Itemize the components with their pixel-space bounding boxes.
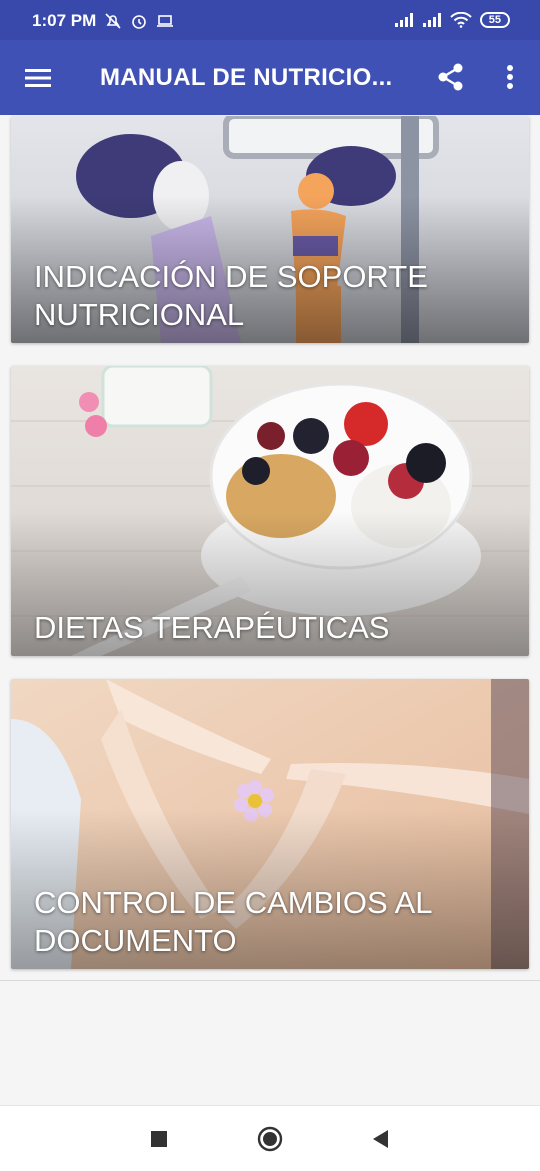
card-label: DIETAS TERAPÉUTICAS — [34, 610, 390, 645]
wifi-icon — [450, 12, 472, 28]
system-nav-bar — [0, 1105, 540, 1171]
signal-icon — [394, 13, 413, 27]
card-label: CONTROL DE CAMBIOS AL DOCUMENTO — [34, 885, 432, 958]
card-dietas-terapeuticas[interactable]: DIETAS TERAPÉUTICAS — [11, 366, 529, 656]
hamburger-menu-icon[interactable] — [24, 64, 52, 92]
status-time: 1:07 PM — [32, 11, 97, 30]
square-recents-icon[interactable] — [146, 1126, 172, 1152]
card-soporte-nutricional[interactable]: INDICACIÓN DE SOPORTE NUTRICIONAL — [11, 116, 529, 343]
share-icon[interactable] — [436, 62, 466, 92]
circle-home-icon[interactable] — [257, 1126, 283, 1152]
signal-icon — [422, 13, 441, 27]
more-vertical-icon[interactable] — [498, 62, 522, 92]
battery-icon: 55 — [479, 12, 510, 28]
card-label: INDICACIÓN DE SOPORTE NUTRICIONAL — [34, 259, 428, 332]
mute-alarm-icon — [105, 13, 121, 29]
alarm-icon — [132, 15, 146, 29]
laptop-icon — [157, 15, 173, 27]
triangle-back-icon[interactable] — [368, 1126, 394, 1152]
divider — [0, 980, 540, 981]
page-title: MANUAL DE NUTRICIO... — [100, 64, 393, 91]
card-control-de-cambios[interactable]: CONTROL DE CAMBIOS AL DOCUMENTO — [11, 679, 529, 969]
app-bar: MANUAL DE NUTRICIO... — [0, 40, 540, 115]
status-bar: 1:07 PM 55 — [0, 0, 540, 40]
